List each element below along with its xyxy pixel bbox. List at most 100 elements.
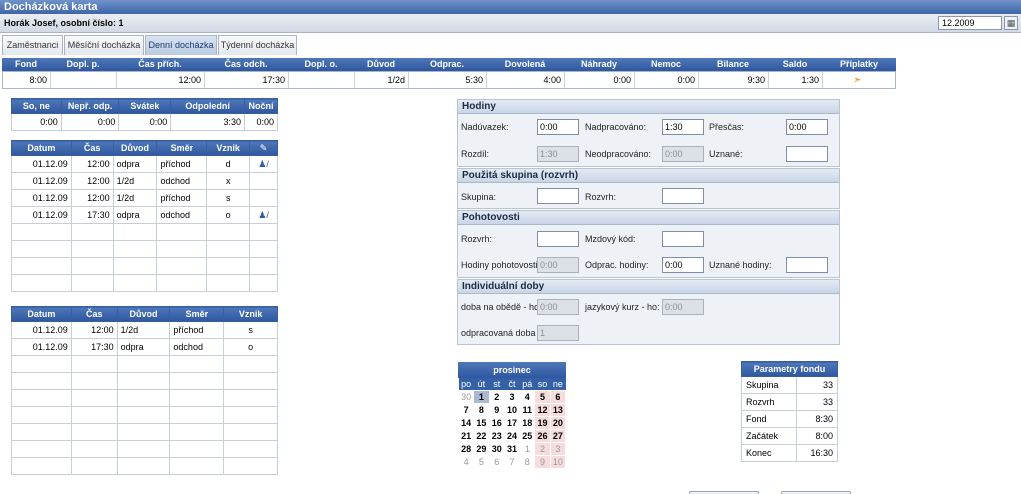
table-row-empty[interactable] [11,457,278,475]
table-row-empty[interactable] [11,440,278,458]
table-row[interactable]: 01.12.09 17:30 odpra odchod o [11,338,278,356]
calendar-day[interactable]: 10 [503,402,521,417]
standby-worked-field[interactable]: 0:00 [662,257,704,273]
table-row-empty[interactable] [11,423,278,441]
table-row-empty[interactable] [11,389,278,407]
summary-values: 8:00 12:00 17:30 1/2d 5:30 4:00 0:00 0:0… [2,71,896,89]
calendar-day[interactable]: 6 [549,389,567,404]
individual-times-panel-title: Individuální doby [458,280,839,294]
calendar-day[interactable]: 14 [457,415,475,430]
calendar-day[interactable]: 17 [503,415,521,430]
calendar-day[interactable]: 11 [519,402,536,417]
calendar-day[interactable]: 5 [473,454,490,469]
calendar-day[interactable]: 7 [457,402,475,417]
entry-origin: d [206,155,251,173]
table-row-empty[interactable] [11,223,278,241]
user-edit-icon[interactable]: ♟/ [249,206,278,224]
calendar-day-selected[interactable]: 1 [473,389,490,404]
table-row[interactable]: 01.12.09 12:00 odpra příchod d ♟/ [11,155,278,173]
arrow-right-icon[interactable]: ➣ [823,72,895,88]
calendar-day[interactable]: 28 [457,441,475,456]
calendar-day[interactable]: 2 [534,441,551,456]
calendar-day[interactable]: 3 [549,441,567,456]
tab-mesicni-dochazka[interactable]: Měsíční docházka [64,35,144,55]
param-label: Rozvrh [741,393,797,411]
special-nepr-odp: 0:00 [60,113,120,131]
calendar-day[interactable]: 10 [549,454,567,469]
mzdovy-kod-field[interactable] [662,231,704,247]
calendar-day[interactable]: 15 [473,415,490,430]
standby-accepted-field[interactable] [786,257,828,273]
table-row-empty[interactable] [11,274,278,292]
calendar-day[interactable]: 22 [473,428,490,443]
calendar-day[interactable]: 21 [457,428,475,443]
calendar-day[interactable]: 5 [534,389,551,404]
calendar-day[interactable]: 29 [473,441,490,456]
weekday-st: st [489,378,505,390]
tab-zamestnanci[interactable]: Zaměstnanci [2,35,63,55]
calendar-day[interactable]: 12 [534,402,551,417]
summary-header-nemoc: Nemoc [650,59,681,69]
calendar-day[interactable]: 24 [503,428,521,443]
calendar-day[interactable]: 9 [534,454,551,469]
calendar-day[interactable]: 25 [519,428,536,443]
calendar-day[interactable]: 4 [519,389,536,404]
prescas-field[interactable]: 0:00 [786,119,828,135]
tab-tydenni-dochazka[interactable]: Týdenní docházka [218,35,297,55]
table-row[interactable]: 01.12.09 12:00 1/2d příchod s [11,189,278,207]
user-edit-icon[interactable]: ♟/ [249,155,278,173]
special-header-nocni: Noční [243,98,279,114]
calendar-day[interactable]: 3 [503,389,521,404]
neodpracovano-field: 0:00 [662,146,704,162]
entry-date: 01.12.09 [11,189,72,207]
summary-header-nahrady: Náhrady [580,59,617,69]
calendar-day[interactable]: 9 [488,402,505,417]
summary-bilance: 9:30 [699,72,769,88]
calendar-day[interactable]: 1 [519,441,536,456]
calendar-day[interactable]: 20 [549,415,567,430]
summary-saldo: 1:30 [769,72,823,88]
calendar-day[interactable]: 18 [519,415,536,430]
table-row-empty[interactable] [11,240,278,258]
calendar-day[interactable]: 27 [549,428,567,443]
table-row-empty[interactable] [11,355,278,373]
table-row-empty[interactable] [11,406,278,424]
calendar-day[interactable]: 23 [488,428,505,443]
calendar-day[interactable]: 2 [488,389,505,404]
table-row-empty[interactable] [11,372,278,390]
calendar-day[interactable]: 30 [488,441,505,456]
skupina-field[interactable] [537,188,579,204]
rozvrh-field[interactable] [662,188,704,204]
special-odpoledni: 3:30 [170,113,245,131]
tab-denni-dochazka[interactable]: Denní docházka [145,35,217,55]
uznane-label: Uznané: [709,149,743,159]
calendar-day[interactable]: 7 [503,454,521,469]
calendar-day[interactable]: 8 [473,402,490,417]
calendar-day[interactable]: 6 [488,454,505,469]
calendar-day[interactable]: 30 [457,389,475,404]
processed-entries-table: Datum Čas Důvod Směr Vznik 01.12.09 12:0… [11,306,278,475]
entries-header-vznik: Vznik [206,140,251,156]
table-row[interactable]: 01.12.09 12:00 1/2d odchod x [11,172,278,190]
uznane-field[interactable] [786,146,828,162]
table-row-empty[interactable] [11,257,278,275]
param-value: 33 [795,376,839,394]
summary-fond: 8:00 [3,72,51,88]
calendar-day[interactable]: 4 [457,454,475,469]
naduvazek-field[interactable]: 0:00 [537,119,579,135]
standby-rozvrh-field[interactable] [537,231,579,247]
calendar-day[interactable]: 16 [488,415,505,430]
period-input[interactable]: 12.2009 [938,16,1002,30]
calendar-day[interactable]: 13 [549,402,567,417]
standby-hours-label: Hodiny pohotovosti: [461,260,541,270]
schedule-group-panel: Použitá skupina (rozvrh) [457,168,840,209]
calendar-icon[interactable]: ▦ [1004,16,1018,30]
summary-header-cas-prich: Čas přích. [138,59,182,69]
table-row[interactable]: 01.12.09 12:00 1/2d příchod s [11,321,278,339]
calendar-day[interactable]: 8 [519,454,536,469]
calendar-day[interactable]: 26 [534,428,551,443]
calendar-day[interactable]: 19 [534,415,551,430]
table-row[interactable]: 01.12.09 17:30 odpra odchod o ♟/ [11,206,278,224]
calendar-day[interactable]: 31 [503,441,521,456]
nadpracovano-field[interactable]: 1:30 [662,119,704,135]
